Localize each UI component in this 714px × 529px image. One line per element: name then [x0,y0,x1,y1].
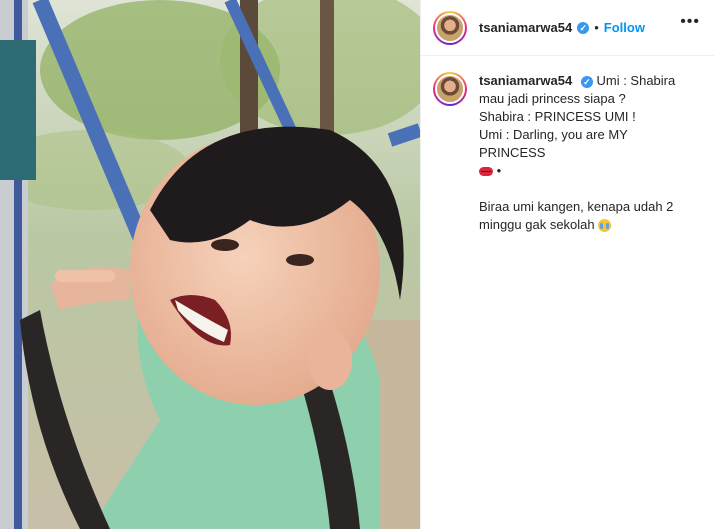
post-sidebar: tsaniamarwa54 ✓ • Follow ••• tsaniamarwa… [420,0,714,529]
username-link[interactable]: tsaniamarwa54 [479,20,572,35]
separator-dot: • [594,20,599,35]
verified-badge-icon: ✓ [577,21,590,34]
more-options-icon[interactable]: ••• [680,14,700,30]
post-media[interactable] [0,0,420,529]
caption: tsaniamarwa54 ✓ Umi : Shabira mau jadi p… [421,56,714,234]
crying-face-emoji-icon [598,219,612,233]
avatar-image [435,12,465,43]
caption-line2: Shabira : PRINCESS UMI ! [479,109,636,124]
post-header: tsaniamarwa54 ✓ • Follow ••• [421,0,714,56]
caption-username[interactable]: tsaniamarwa54 [479,73,572,88]
kiss-lips-emoji-icon [479,167,493,177]
caption-avatar[interactable] [433,72,467,106]
caption-line3-tail: • [496,163,502,178]
follow-button[interactable]: Follow [604,20,645,35]
avatar[interactable] [433,10,467,45]
photo-girl-laughing [0,0,420,529]
caption-line4: Biraa umi kangen, kenapa udah 2 minggu g… [479,199,674,232]
verified-badge-icon: ✓ [580,76,593,88]
caption-text: tsaniamarwa54 ✓ Umi : Shabira mau jadi p… [479,72,689,234]
caption-line3: Umi : Darling, you are MY PRINCESS [479,127,628,160]
avatar-image [435,74,465,104]
